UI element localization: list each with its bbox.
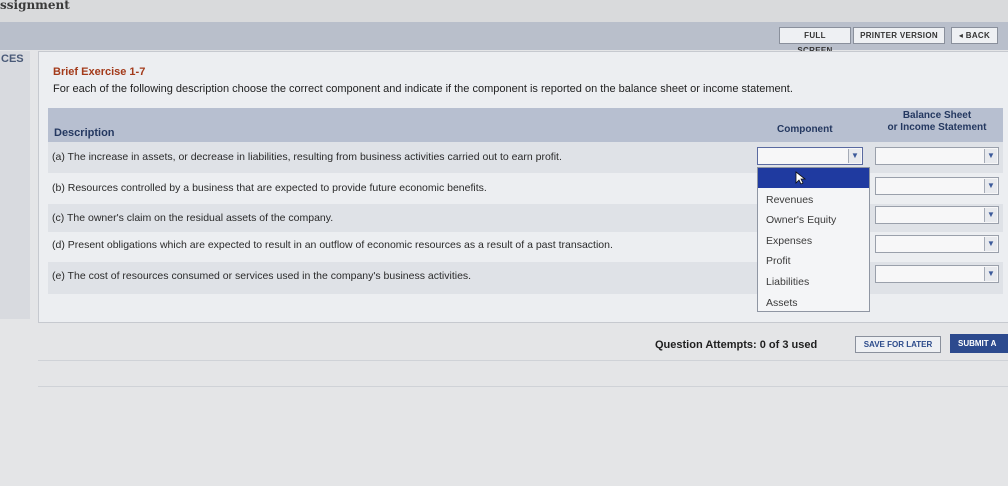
- chevron-down-icon[interactable]: ▼: [984, 237, 997, 251]
- statement-select[interactable]: ▼: [875, 177, 999, 195]
- dropdown-option-liabilities[interactable]: Liabilities: [766, 276, 809, 288]
- toolbar: FULL SCREEN PRINTER VERSION ◂ BACK: [0, 22, 1008, 55]
- component-dropdown-list[interactable]: Revenues Owner's Equity Expenses Profit …: [757, 167, 870, 312]
- sidebar-tab[interactable]: CES: [0, 51, 30, 319]
- header-bs-line2: or Income Statement: [887, 122, 987, 133]
- statement-select[interactable]: ▼: [875, 206, 999, 224]
- full-screen-button[interactable]: FULL SCREEN: [779, 27, 851, 55]
- exercise-title: Brief Exercise 1-7: [53, 66, 146, 78]
- dropdown-option-assets[interactable]: Assets: [766, 297, 798, 309]
- row-description: (b) Resources controlled by a business t…: [52, 182, 487, 194]
- save-for-later-button[interactable]: SAVE FOR LATER: [855, 336, 941, 353]
- top-strip: [0, 0, 1008, 22]
- table-header: [48, 108, 1003, 142]
- row-description: (a) The increase in assets, or decrease …: [52, 151, 562, 163]
- chevron-down-icon[interactable]: ▼: [984, 149, 997, 163]
- row-description: (d) Present obligations which are expect…: [52, 239, 613, 251]
- header-balance-sheet: Balance Sheet or Income Statement: [872, 110, 1002, 134]
- dropdown-option-profit[interactable]: Profit: [766, 255, 791, 267]
- chevron-down-icon[interactable]: ▼: [984, 267, 997, 281]
- row-description: (e) The cost of resources consumed or se…: [52, 270, 472, 282]
- submit-answer-button[interactable]: SUBMIT A: [950, 334, 1008, 353]
- statement-select[interactable]: ▼: [875, 147, 999, 165]
- statement-select[interactable]: ▼: [875, 265, 999, 283]
- question-attempts: Question Attempts: 0 of 3 used: [655, 339, 818, 351]
- chevron-down-icon[interactable]: ▼: [984, 179, 997, 193]
- chevron-down-icon[interactable]: ▼: [984, 208, 997, 222]
- dropdown-option-revenues[interactable]: Revenues: [766, 194, 813, 206]
- back-button[interactable]: ◂ BACK: [951, 27, 998, 44]
- component-select[interactable]: ▼: [757, 147, 863, 165]
- header-bs-line1: Balance Sheet: [902, 110, 972, 121]
- printer-version-button[interactable]: PRINTER VERSION: [853, 27, 945, 44]
- dropdown-option-highlighted[interactable]: [758, 168, 869, 188]
- header-description: Description: [54, 127, 115, 139]
- row-description: (c) The owner's claim on the residual as…: [52, 212, 334, 224]
- dropdown-option-expenses[interactable]: Expenses: [766, 235, 812, 247]
- divider: [38, 360, 1008, 361]
- mouse-cursor-icon: [795, 171, 807, 185]
- app-title: ssignment: [0, 0, 70, 12]
- exercise-instructions: For each of the following description ch…: [53, 83, 793, 95]
- statement-select[interactable]: ▼: [875, 235, 999, 253]
- chevron-down-icon[interactable]: ▼: [848, 149, 861, 163]
- dropdown-option-owners-equity[interactable]: Owner's Equity: [766, 214, 836, 226]
- header-component: Component: [777, 124, 833, 135]
- sidebar-tab-label: CES: [1, 53, 24, 65]
- divider: [38, 386, 1008, 387]
